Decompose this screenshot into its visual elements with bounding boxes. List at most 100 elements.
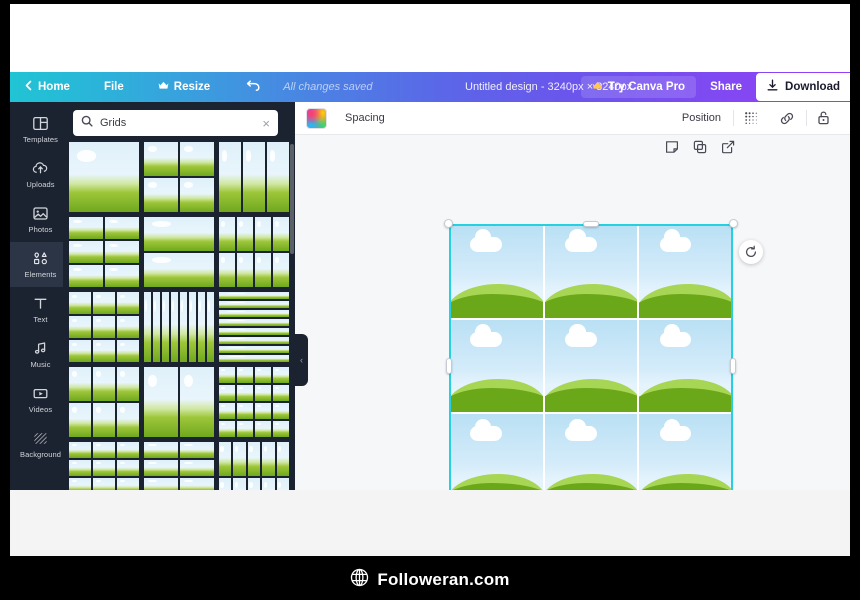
download-icon — [766, 79, 779, 95]
download-label: Download — [785, 81, 840, 93]
resize-handle-tl[interactable] — [444, 219, 453, 228]
grid-results-scroll[interactable] — [63, 142, 295, 490]
grid-thumbnail-cell — [180, 178, 214, 212]
grid-thumbnail-cell — [144, 460, 178, 476]
grid-thumbnail[interactable] — [219, 217, 289, 287]
grid-thumbnail-cell — [219, 421, 235, 437]
sidebar-item-uploads[interactable]: Uploads — [10, 152, 63, 197]
grid-image-tile[interactable] — [545, 225, 638, 318]
grid-thumbnail-cell — [144, 292, 151, 362]
duplicate-page-icon[interactable] — [693, 140, 707, 159]
sidebar-item-music[interactable]: Music — [10, 332, 63, 377]
transparency-icon[interactable] — [734, 111, 769, 126]
grid-thumbnail[interactable] — [69, 217, 139, 287]
music-note-icon — [32, 340, 49, 357]
panel-scrollbar[interactable] — [290, 144, 294, 254]
share-button[interactable]: Share — [696, 81, 756, 93]
search-input[interactable] — [93, 117, 262, 129]
grid-thumbnail-cell — [273, 403, 289, 419]
grid-thumbnail-cell — [69, 265, 103, 287]
spacing-button[interactable]: Spacing — [345, 112, 385, 124]
tile-ground — [450, 307, 543, 317]
grid-thumbnail[interactable] — [219, 442, 289, 490]
sidebar-item-text[interactable]: Text — [10, 287, 63, 332]
panel-collapse-handle[interactable]: ‹ — [295, 334, 308, 386]
grid-thumbnail-cell — [237, 421, 253, 437]
grid-thumbnail-cell — [69, 217, 103, 239]
sidebar-item-videos[interactable]: Videos — [10, 377, 63, 422]
grid-thumbnail-cell — [105, 217, 139, 239]
share-page-icon[interactable] — [721, 140, 735, 159]
grid-thumbnail-cell — [255, 385, 271, 401]
grid-thumbnail[interactable] — [144, 142, 214, 212]
sidebar-item-photos[interactable]: Photos — [10, 197, 63, 242]
grid-thumbnail-cell — [180, 460, 214, 476]
templates-icon — [32, 115, 49, 132]
grid-image-tile[interactable] — [639, 320, 732, 413]
grid-thumbnail[interactable] — [69, 292, 139, 362]
tile-cloud — [660, 237, 692, 252]
grid-thumbnail-cell — [180, 367, 214, 437]
download-button[interactable]: Download — [756, 73, 850, 101]
sidebar-label: Templates — [23, 135, 58, 144]
gradient-color-swatch[interactable] — [306, 108, 327, 129]
tile-ground — [639, 402, 732, 412]
grid-thumbnail-cell — [273, 367, 289, 383]
resize-button[interactable]: Resize — [154, 72, 214, 102]
resize-handle-right[interactable] — [730, 358, 736, 374]
sidebar-item-background[interactable]: Background — [10, 422, 63, 467]
grid-image-tile[interactable] — [450, 320, 543, 413]
grid-thumbnail-cell — [233, 442, 245, 476]
grid-thumbnail-cell — [237, 367, 253, 383]
grid-image-tile[interactable] — [450, 225, 543, 318]
undo-button[interactable] — [242, 72, 265, 102]
grid-thumbnail[interactable] — [219, 292, 289, 362]
grid-thumbnail[interactable] — [69, 442, 139, 490]
resize-handle-tr[interactable] — [729, 219, 738, 228]
resize-handle-top[interactable] — [583, 221, 599, 227]
tile-cloud — [565, 237, 597, 252]
grid-image-tile[interactable] — [545, 320, 638, 413]
canvas-workspace[interactable]: + Add page 13% He — [295, 135, 850, 490]
grid-thumbnail[interactable] — [144, 217, 214, 287]
sidebar-item-templates[interactable]: Templates — [10, 107, 63, 152]
notes-icon[interactable] — [665, 140, 679, 159]
grid-image-tile[interactable] — [639, 225, 732, 318]
resize-handle-left[interactable] — [446, 358, 452, 374]
grid-image-tile[interactable] — [545, 414, 638, 490]
grid-thumbnail-cell — [117, 340, 139, 362]
sidebar-item-elements[interactable]: Elements — [10, 242, 63, 287]
grid-thumbnail[interactable] — [144, 367, 214, 437]
grid-thumbnail-cell — [69, 340, 91, 362]
sidebar-label: Background — [20, 450, 61, 459]
unlock-icon[interactable] — [807, 110, 840, 126]
grid-thumbnail-cell — [219, 367, 235, 383]
home-button[interactable]: Home — [20, 72, 74, 102]
grid-thumbnail-cell — [93, 403, 115, 437]
grid-thumbnail[interactable] — [69, 142, 139, 212]
grid-thumbnail[interactable] — [144, 442, 214, 490]
rotate-handle-icon[interactable] — [739, 240, 763, 264]
grid-thumbnail-cell — [219, 301, 289, 308]
grid-thumbnail-cell — [117, 442, 139, 458]
close-x-icon[interactable]: × — [262, 117, 270, 130]
grid-thumbnail[interactable] — [219, 142, 289, 212]
grid-thumbnail[interactable] — [144, 292, 214, 362]
grid-thumbnail-cell — [255, 253, 271, 287]
link-icon[interactable] — [769, 111, 806, 126]
tile-cloud — [660, 426, 692, 441]
search-box[interactable]: × — [73, 110, 278, 136]
grid-thumbnail-cell — [105, 265, 139, 287]
grid-thumbnail[interactable] — [219, 367, 289, 437]
position-button[interactable]: Position — [670, 112, 733, 124]
try-canva-pro-button[interactable]: Try Canva Pro — [581, 76, 696, 98]
globe-icon — [350, 568, 369, 592]
watermark-bar: Followeran.com — [0, 560, 860, 600]
page-action-icons — [665, 140, 735, 159]
design-canvas-grid[interactable] — [450, 225, 732, 490]
grid-thumbnail[interactable] — [69, 367, 139, 437]
grid-image-tile[interactable] — [639, 414, 732, 490]
file-menu-button[interactable]: File — [100, 72, 128, 102]
sidebar-label: Videos — [29, 405, 52, 414]
grid-image-tile[interactable] — [450, 414, 543, 490]
